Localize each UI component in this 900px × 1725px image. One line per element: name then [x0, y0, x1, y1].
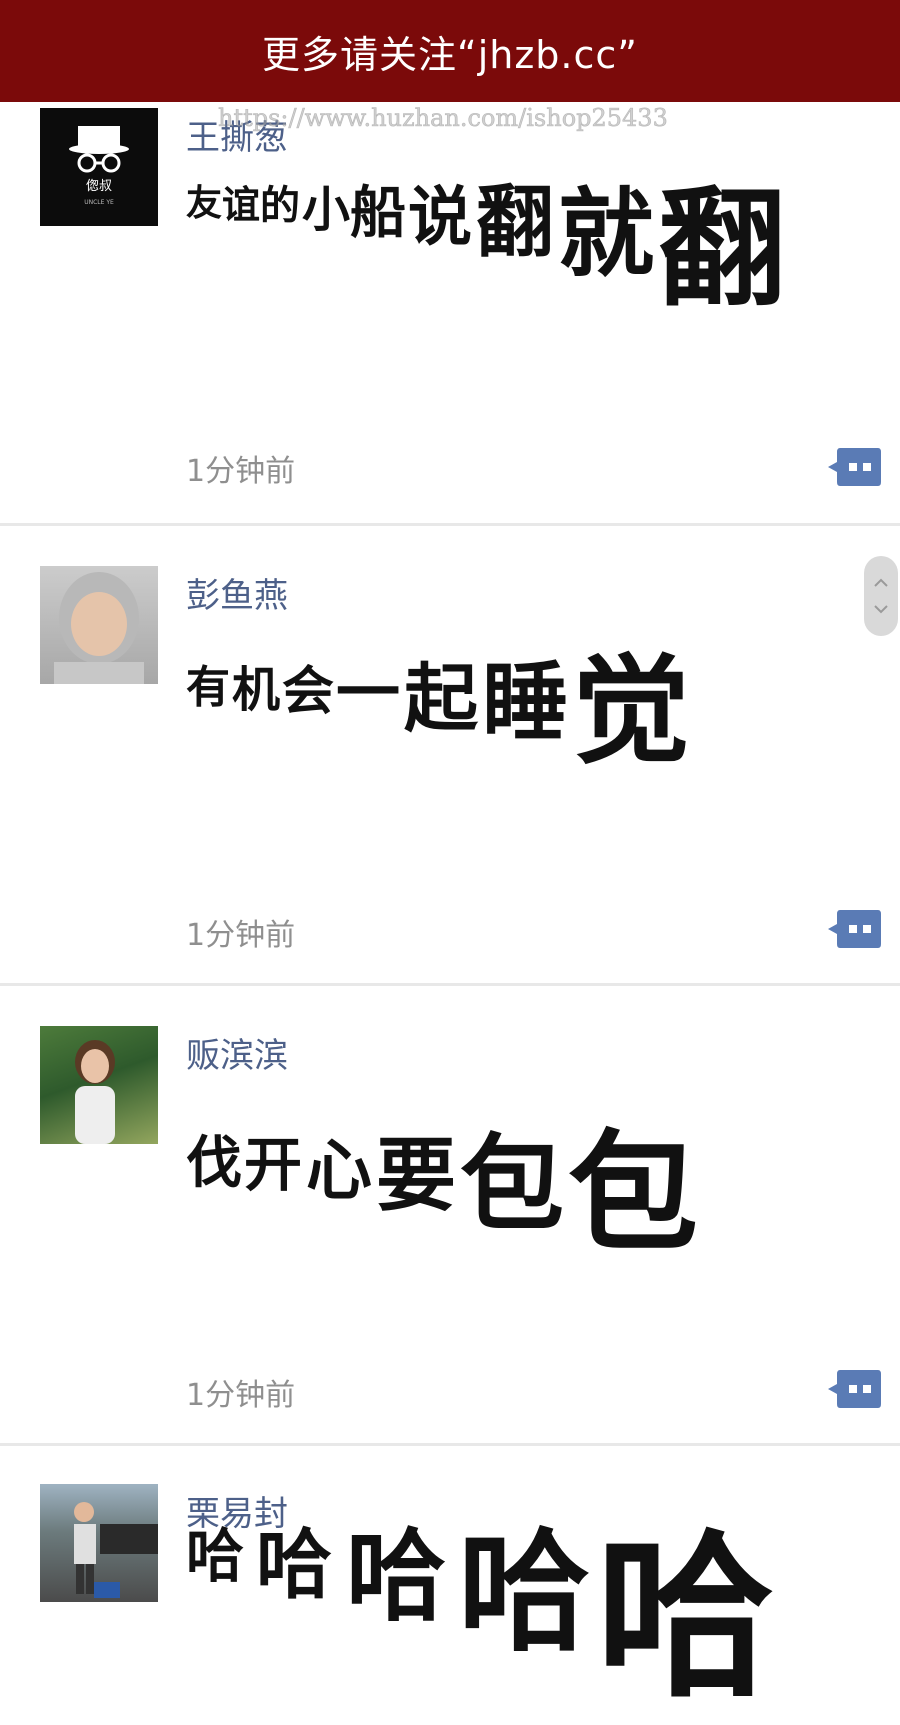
post-content: 哈 哈 哈 哈 哈 — [186, 1472, 886, 1725]
content-char: 船 — [350, 181, 406, 246]
banner-text: 更多请关注“jhzb.cc” — [262, 32, 638, 77]
watermark: https://www.huzhan.com/ishop25433 — [218, 104, 668, 133]
scroll-handle[interactable] — [864, 556, 898, 636]
feed-post: 贩滨滨 伐 开 心 要 包 包 1分钟前 — [0, 986, 900, 1446]
timestamp: 1分钟前 — [186, 454, 296, 489]
username[interactable]: 贩滨滨 — [186, 1028, 288, 1077]
content-char: 会 — [282, 662, 335, 722]
content-char: 开 — [244, 1131, 303, 1199]
content-char: 翻 — [658, 175, 787, 324]
comment-icon — [828, 910, 881, 948]
avatar-sublabel: UNCLE YE — [84, 199, 114, 206]
promo-banner: 更多请关注“jhzb.cc” — [0, 0, 900, 102]
hat-glasses-logo-icon: 偬叔 UNCLE YE — [69, 126, 129, 206]
content-char: 起 — [404, 656, 478, 742]
content-char: 就 — [558, 178, 654, 290]
comment-icon — [828, 1370, 881, 1408]
content-char: 一 — [336, 657, 400, 731]
content-char: 觉 — [572, 642, 691, 780]
scroll-down-icon — [874, 605, 888, 614]
person-photo-icon — [75, 1040, 115, 1144]
content-char: 有 — [186, 662, 230, 713]
content-char: 说 — [408, 181, 472, 255]
post-content: 有 机 会 一 起 睡 觉 — [186, 626, 886, 886]
content-char: 包 — [568, 1117, 699, 1269]
comment-button[interactable] — [826, 1368, 882, 1410]
feed-post: 栗易封 哈 哈 哈 哈 哈 — [0, 1446, 900, 1725]
comment-button[interactable] — [826, 908, 882, 950]
avatar-label: 偬叔 — [86, 178, 112, 194]
avatar[interactable]: 偬叔 UNCLE YE — [40, 108, 158, 226]
content-char: 包 — [460, 1123, 565, 1245]
person-photo-icon — [54, 572, 144, 684]
scroll-up-icon — [874, 578, 888, 587]
feed-post: 彭鱼燕 有 机 会 一 起 睡 觉 1分钟前 — [0, 526, 900, 986]
timestamp: 1分钟前 — [186, 918, 296, 953]
content-char: 哈 — [458, 1516, 590, 1670]
avatar[interactable] — [40, 1026, 158, 1144]
content-char: 谊 — [222, 183, 261, 227]
scroll-arrows — [874, 578, 888, 614]
content-char: 心 — [306, 1132, 372, 1209]
content-char: 哈 — [186, 1522, 245, 1590]
avatar[interactable] — [40, 1484, 158, 1602]
content-char: 友 — [186, 183, 223, 224]
content-char: 翻 — [476, 178, 555, 268]
content-char: 睡 — [482, 653, 568, 753]
timestamp: 1分钟前 — [186, 1378, 296, 1413]
content-char: 机 — [232, 662, 281, 718]
comment-button[interactable] — [826, 446, 882, 488]
content-char: 小 — [302, 182, 351, 238]
username[interactable]: 彭鱼燕 — [186, 568, 288, 617]
comment-icon — [828, 448, 881, 486]
content-char: 哈 — [256, 1520, 332, 1609]
avatar[interactable] — [40, 566, 158, 684]
content-char: 伐 — [186, 1131, 242, 1196]
feed-post: 偬叔 UNCLE YE 王撕葱 友 谊 的 小 船 说 翻 就 翻 1分钟前 — [0, 102, 900, 526]
content-char: 哈 — [346, 1518, 446, 1635]
content-char: 要 — [376, 1129, 456, 1222]
post-content: 友 谊 的 小 船 说 翻 就 翻 — [186, 162, 886, 422]
person-photo-icon — [74, 1502, 158, 1598]
content-char: 的 — [260, 183, 300, 229]
post-content: 伐 开 心 要 包 包 — [186, 1086, 886, 1346]
content-char: 哈 — [596, 1514, 774, 1721]
